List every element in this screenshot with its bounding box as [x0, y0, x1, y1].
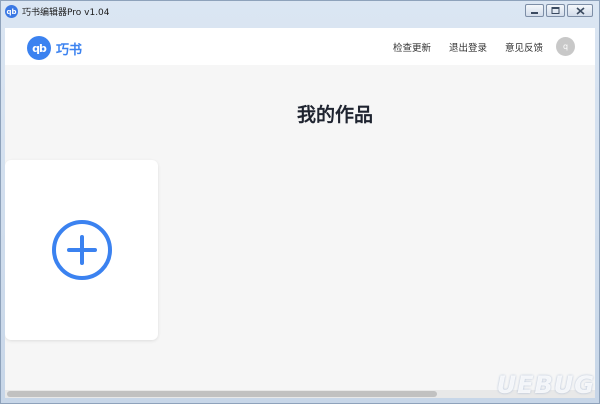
- page-title: 我的作品: [296, 104, 373, 126]
- window-title: 巧书编辑器Pro v1.04: [22, 8, 110, 18]
- title-bar[interactable]: qb 巧书编辑器Pro v1.04: [1, 1, 599, 22]
- maximize-button[interactable]: [546, 4, 565, 17]
- minimize-button[interactable]: [525, 4, 544, 17]
- scrollbar-thumb[interactable]: [7, 391, 437, 397]
- logo-mark: qb: [27, 36, 51, 60]
- plus-circle-icon: [52, 220, 112, 280]
- minimize-icon: [531, 12, 538, 14]
- close-button[interactable]: [567, 4, 593, 17]
- check-update-link[interactable]: 检查更新: [393, 40, 431, 54]
- app-icon: qb: [5, 5, 18, 18]
- app-window: qb 巧书编辑器Pro v1.04 qb 巧书 检查更新 退出登录 意见反馈 q…: [0, 0, 600, 404]
- logout-link[interactable]: 退出登录: [449, 40, 487, 54]
- avatar[interactable]: q: [556, 37, 575, 56]
- top-nav: qb 巧书 检查更新 退出登录 意见反馈 q: [5, 28, 595, 65]
- window-controls: [525, 4, 593, 17]
- feedback-link[interactable]: 意见反馈: [505, 40, 543, 54]
- logo-text: 巧书: [56, 42, 83, 58]
- app-content: qb 巧书 检查更新 退出登录 意见反馈 q 我的作品: [5, 28, 595, 398]
- logo[interactable]: qb 巧书: [27, 36, 82, 60]
- watermark: UEBUG: [496, 371, 595, 399]
- maximize-icon: [551, 7, 560, 14]
- add-work-card[interactable]: [5, 160, 158, 340]
- nav-links: 检查更新 退出登录 意见反馈: [393, 40, 543, 54]
- close-icon: [575, 6, 585, 15]
